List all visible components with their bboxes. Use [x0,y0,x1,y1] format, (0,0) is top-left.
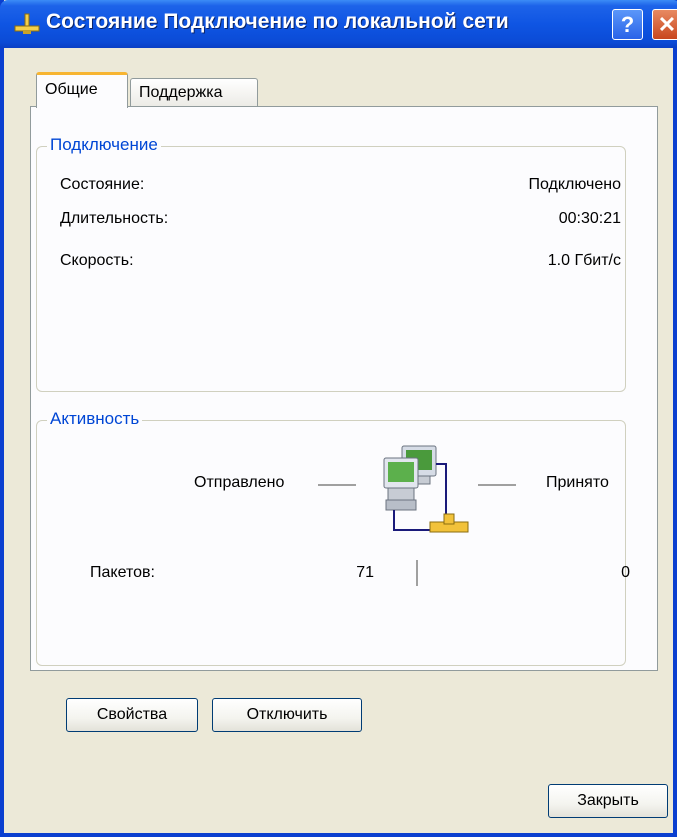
window-title: Состояние Подключение по локальной сети [46,10,509,33]
status-label: Состояние: [60,176,145,193]
activity-group-title: Активность [47,409,143,429]
duration-value: 00:30:21 [558,210,621,227]
disable-button[interactable]: Отключить [212,698,362,732]
network-activity-icon [383,445,469,533]
packets-received-value: 0 [621,564,630,581]
tab-general[interactable]: Общие [36,72,128,108]
packets-divider [416,560,418,586]
speed-label: Скорость: [60,252,134,269]
received-label: Принято [546,474,609,491]
properties-button[interactable]: Свойства [66,698,198,732]
close-window-button[interactable]: ✕ [652,9,677,40]
help-button[interactable]: ? [612,9,643,40]
activity-group: Активность [36,409,626,666]
connection-group-title: Подключение [47,135,161,155]
received-line [478,484,516,486]
close-button[interactable]: Закрыть [548,784,668,818]
sent-line [318,484,356,486]
network-connection-icon [14,13,40,34]
sent-label: Отправлено [194,474,285,491]
duration-label: Длительность: [60,210,169,227]
title-bar[interactable]: Состояние Подключение по локальной сети … [0,0,677,48]
speed-value: 1.0 Гбит/с [547,252,621,269]
packets-label: Пакетов: [90,564,155,581]
packets-sent-value: 71 [356,564,374,581]
status-dialog: Состояние Подключение по локальной сети … [0,0,677,837]
tab-support[interactable]: Поддержка [130,78,258,106]
status-value: Подключено [528,176,621,193]
